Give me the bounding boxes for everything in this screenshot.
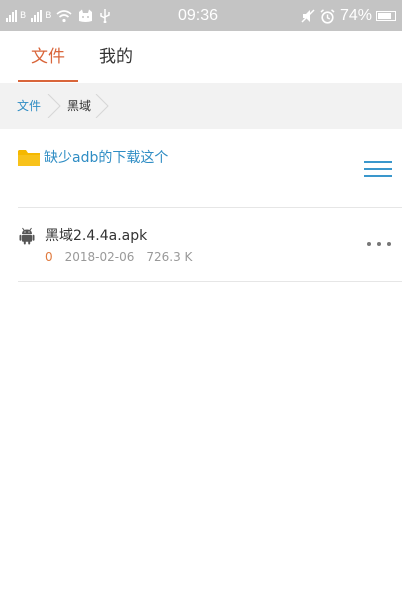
menu-button[interactable] (364, 161, 392, 179)
signal-icon (31, 10, 43, 22)
chevron-right-icon (47, 94, 61, 118)
folder-icon (18, 150, 40, 166)
mute-icon (301, 9, 315, 23)
chevron-right-icon (95, 94, 109, 118)
tab-files[interactable]: 文件 (18, 31, 78, 81)
breadcrumb: 文件 黑域 (0, 83, 402, 129)
file-name: 黑域2.4.4a.apk (45, 228, 148, 244)
battery-icon (376, 11, 396, 21)
divider (18, 281, 402, 282)
clock: 09:36 (178, 7, 219, 24)
file-item[interactable]: 黑域2.4.4a.apk 0 2018-02-06 726.3 K (0, 208, 402, 281)
wifi-icon (56, 10, 72, 23)
cat-icon (79, 9, 93, 22)
folder-item[interactable]: 缺少adb的下载这个 (0, 129, 402, 207)
sim-label: B (45, 11, 52, 21)
file-meta: 0 2018-02-06 726.3 K (45, 249, 192, 265)
android-icon (19, 227, 35, 245)
breadcrumb-root[interactable]: 文件 (17, 83, 41, 129)
active-tab-indicator (18, 80, 78, 82)
signal-icon (6, 10, 18, 22)
menu-icon (364, 175, 392, 177)
status-bar: B B 09:36 74% (0, 0, 402, 31)
sim-label: B (20, 11, 27, 21)
status-bar-left: B B (6, 6, 117, 26)
tab-bar: 文件 我的 (0, 31, 402, 83)
more-dots-icon (367, 242, 371, 246)
menu-icon (364, 161, 392, 163)
battery-percent: 74% (339, 7, 372, 24)
more-dots-icon (377, 242, 381, 246)
breadcrumb-current[interactable]: 黑域 (67, 83, 91, 129)
status-bar-right: 74% (301, 6, 396, 26)
folder-name: 缺少adb的下载这个 (44, 150, 169, 166)
usb-icon (100, 9, 111, 23)
file-date: 2018-02-06 (64, 250, 135, 264)
file-size: 726.3 K (146, 250, 193, 264)
more-options-button[interactable] (367, 236, 391, 252)
alarm-icon (320, 8, 335, 24)
more-dots-icon (387, 242, 391, 246)
file-download-count: 0 (45, 250, 53, 264)
tab-mine[interactable]: 我的 (86, 31, 146, 81)
menu-icon (364, 168, 392, 170)
